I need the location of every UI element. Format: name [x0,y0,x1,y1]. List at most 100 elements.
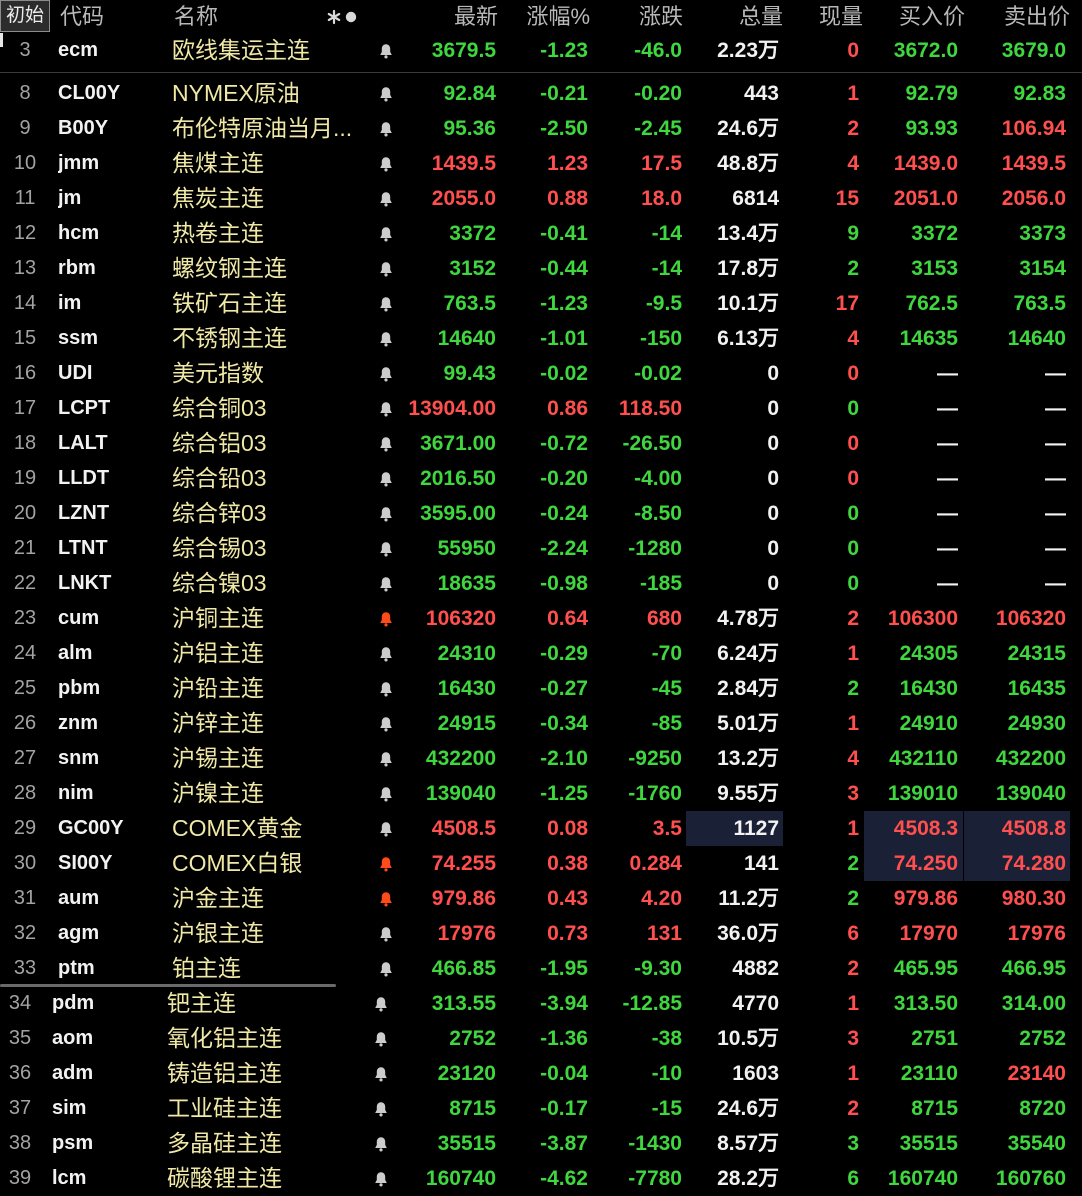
quote-row[interactable]: 16 UDI 美元指数 99.43 -0.02 -0.02 0 0 — — [0,356,1082,391]
alert-bell-icon[interactable] [374,996,388,1012]
quote-row[interactable]: 39 lcm 碳酸锂主连 160740 -4.62 -7780 28.2万 6 160740 16… [0,1161,1082,1196]
column-header-bid[interactable]: 买入价 [864,0,965,33]
contract-code: snm [58,747,100,769]
alert-bell-icon[interactable] [374,1066,388,1082]
quote-row[interactable]: 36 adm 铸造铝主连 23120 -0.04 -10 1603 1 23110 23140 [0,1056,1082,1091]
quote-row[interactable]: 12 hcm 热卷主连 3372 -0.41 -14 13.4万 9 3372 3373 [0,216,1082,251]
bid-price: — [937,537,958,560]
quote-row[interactable]: 18 LALT 综合铝03 3671.00 -0.72 -26.50 0 0 — — [0,426,1082,461]
quote-row[interactable]: 30 SI00Y COMEX白银 74.255 0.38 0.284 141 2 74.250 7… [0,846,1082,881]
column-header-total-volume[interactable]: 总量 [686,0,783,33]
row-number: 24 [13,642,37,664]
quote-row[interactable]: 34 pdm 钯主连 313.55 -3.94 -12.85 4770 1 313.50 314.… [0,986,1082,1021]
dot-icon[interactable] [344,9,358,25]
alert-bell-icon[interactable] [374,1171,388,1187]
quote-row[interactable]: 11 jm 焦炭主连 2055.0 0.88 18.0 6814 15 2051.0 2056.0 [0,181,1082,216]
quote-row[interactable]: 9 B00Y 布伦特原油当月... 95.36 -2.50 -2.45 24.6万 2 93.9… [0,111,1082,146]
current-volume: 2 [847,957,859,980]
contract-name: COMEX白银 [172,850,303,876]
current-volume: 2 [847,677,859,700]
total-volume: 1603 [732,1062,779,1085]
last-price: 432200 [425,747,496,770]
alert-bell-icon[interactable] [374,1101,388,1117]
horizontal-scrollbar[interactable] [0,984,336,987]
quote-row[interactable]: 20 LZNT 综合锌03 3595.00 -0.24 -8.50 0 0 — — [0,496,1082,531]
change-percent: -2.50 [540,117,588,140]
total-volume: 0 [767,467,779,490]
column-header-name[interactable]: 名称 [174,0,218,33]
column-header-change[interactable]: 涨跌 [590,0,683,33]
current-volume: 4 [847,747,859,770]
change-percent: -4.62 [540,1167,588,1190]
column-header-current-volume[interactable]: 现量 [785,0,863,33]
alert-bell-icon[interactable] [374,1136,388,1152]
quote-row[interactable]: 33 ptm 铂主连 466.85 -1.95 -9.30 4882 2 465.95 466.9… [0,951,1082,986]
preset-button[interactable]: 初始 [0,0,50,32]
change-amount: 3.5 [652,817,682,840]
change-percent: 0.38 [547,852,588,875]
quote-row[interactable]: 27 snm 沪锡主连 432200 -2.10 -9250 13.2万 4 432110 432… [0,741,1082,776]
quote-row[interactable]: 29 GC00Y COMEX黄金 4508.5 0.08 3.5 1127 1 4508.3 45… [0,811,1082,846]
quote-row[interactable]: 38 psm 多晶硅主连 35515 -3.87 -1430 8.57万 3 35515 3554… [0,1126,1082,1161]
quote-row[interactable]: 23 cum 沪铜主连 106320 0.64 680 4.78万 2 106300 106320 [0,601,1082,636]
current-volume: 4 [847,152,859,175]
row-number: 33 [13,957,37,979]
quote-row[interactable]: 17 LCPT 综合铜03 13904.00 0.86 118.50 0 0 — — [0,391,1082,426]
quote-row[interactable]: 24 alm 沪铝主连 24310 -0.29 -70 6.24万 1 24305 24315 [0,636,1082,671]
contract-name: 焦炭主连 [172,185,264,211]
last-price: 160740 [425,1167,496,1190]
quote-row[interactable]: 31 aum 沪金主连 979.86 0.43 4.20 11.2万 2 979.86 980.3… [0,881,1082,916]
change-percent: -0.24 [540,502,588,525]
alert-bell-icon[interactable] [374,1031,388,1047]
contract-code: GC00Y [58,817,124,839]
quote-row[interactable]: 13 rbm 螺纹钢主连 3152 -0.44 -14 17.8万 2 3153 3154 [0,251,1082,286]
quote-row[interactable]: 14 im 铁矿石主连 763.5 -1.23 -9.5 10.1万 17 762.5 763.5 [0,286,1082,321]
ask-price: 2056.0 [1001,187,1066,210]
quote-row[interactable]: 15 ssm 不锈钢主连 14640 -1.01 -150 6.13万 4 14635 14640 [0,321,1082,356]
column-header-last[interactable]: 最新 [390,0,498,33]
quote-row[interactable]: 3 ecm 欧线集运主连 3679.5 -1.23 -46.0 2.23万 0 3672.0 36… [0,33,1082,68]
quote-row[interactable]: 21 LTNT 综合锡03 55950 -2.24 -1280 0 0 — — [0,531,1082,566]
change-percent: -3.87 [540,1132,588,1155]
quote-row[interactable]: 26 znm 沪锌主连 24915 -0.34 -85 5.01万 1 24910 24930 [0,706,1082,741]
current-volume: 0 [847,537,859,560]
quote-row[interactable]: 28 nim 沪镍主连 139040 -1.25 -1760 9.55万 3 139010 139… [0,776,1082,811]
ask-price: 4508.8 [964,811,1070,846]
total-volume: 11.2万 [718,887,779,910]
ask-price: 23140 [1007,1062,1066,1085]
change-percent: -1.25 [540,782,588,805]
pinned-row-container: 3 ecm 欧线集运主连 3679.5 -1.23 -46.0 2.23万 0 3672.0 36… [0,33,1082,68]
contract-name: 钯主连 [167,990,236,1016]
contract-code: pdm [52,992,95,1014]
change-percent: -0.17 [540,1097,588,1120]
bid-price: 762.5 [905,292,958,315]
current-volume: 0 [847,502,859,525]
bid-price: 3672.0 [893,39,958,62]
quote-row[interactable]: 35 aom 氧化铝主连 2752 -1.36 -38 10.5万 3 2751 2752 [0,1021,1082,1056]
asterisk-icon[interactable] [326,9,342,25]
quote-row[interactable]: 8 CL00Y NYMEX原油 92.84 -0.21 -0.20 443 1 92.79 92.… [0,76,1082,111]
quote-row[interactable]: 10 jmm 焦煤主连 1439.5 1.23 17.5 48.8万 4 1439.0 1439.… [0,146,1082,181]
change-percent: 0.73 [547,922,588,945]
quote-row[interactable]: 25 pbm 沪铅主连 16430 -0.27 -45 2.84万 2 16430 16435 [0,671,1082,706]
quote-row[interactable]: 37 sim 工业硅主连 8715 -0.17 -15 24.6万 2 8715 8720 [0,1091,1082,1126]
last-price: 4508.5 [431,817,496,840]
column-header-code[interactable]: 代码 [60,0,104,33]
ask-price: 314.00 [1001,992,1066,1015]
change-amount: -4.00 [634,467,682,490]
last-price: 2752 [449,1027,496,1050]
change-amount: -2.45 [634,117,682,140]
quote-row[interactable]: 32 agm 沪银主连 17976 0.73 131 36.0万 6 17970 17976 [0,916,1082,951]
quote-row[interactable]: 22 LNKT 综合镍03 18635 -0.98 -185 0 0 — — [0,566,1082,601]
last-price: 2055.0 [431,187,496,210]
total-volume: 10.5万 [717,1027,779,1050]
change-amount: -1430 [628,1132,682,1155]
row-number: 15 [13,327,37,349]
column-header-ask[interactable]: 卖出价 [966,0,1070,33]
quote-row[interactable]: 19 LLDT 综合铅03 2016.50 -0.20 -4.00 0 0 — — [0,461,1082,496]
contract-code: nim [58,782,94,804]
contract-name: 综合锡03 [172,535,267,561]
column-header-change-percent[interactable]: 涨幅% [500,0,590,33]
row-number: 12 [13,222,37,244]
last-price: 3679.5 [431,39,496,62]
